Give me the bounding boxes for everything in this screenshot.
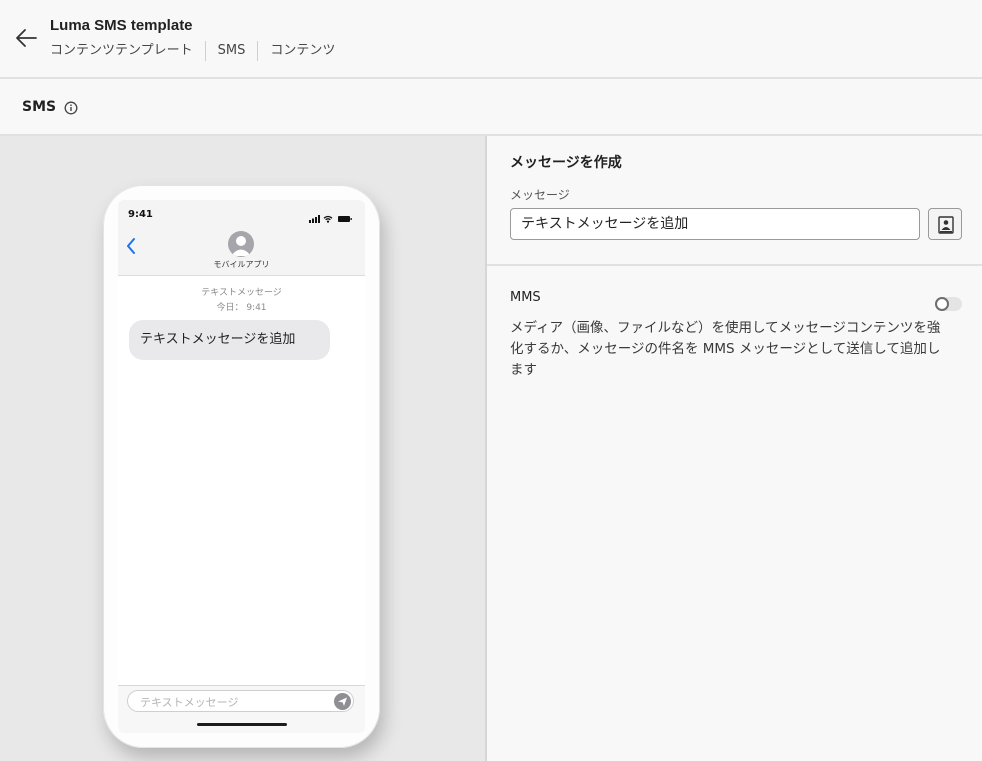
personalization-icon[interactable] (928, 208, 962, 240)
phone-status-bar: 9:41 (118, 200, 365, 228)
message-compose-bar: テキストメッセージ (118, 685, 365, 733)
chevron-left-icon[interactable] (124, 236, 138, 256)
compose-section-title: メッセージを作成 (510, 155, 622, 171)
message-bubble: テキストメッセージを追加 (129, 320, 330, 360)
contact-avatar (228, 231, 254, 257)
home-indicator (197, 723, 287, 726)
sms-preview-pane: 9:41 モバイルアプリ テキストメッセージ 今日： 9:41 テキストメッセー… (0, 136, 485, 761)
send-icon[interactable] (334, 693, 351, 710)
message-timestamp: 今日： 9:41 (216, 303, 267, 313)
contact-name: モバイルアプリ (213, 260, 270, 269)
message-field-label: メッセージ (510, 188, 570, 202)
channel-header: SMS (0, 79, 982, 136)
page-header: Luma SMS template コンテンツテンプレート SMS コンテンツ (0, 0, 982, 79)
back-arrow-icon[interactable] (12, 26, 40, 50)
message-input[interactable]: テキストメッセージを追加 (510, 208, 920, 240)
message-settings-panel: メッセージを作成 メッセージ テキストメッセージを追加 MMS メディア（画像、… (487, 136, 982, 761)
status-time: 9:41 (128, 209, 153, 220)
message-type-label: テキストメッセージ (201, 288, 282, 298)
conversation-header: モバイルアプリ (118, 228, 365, 276)
channel-title: SMS (22, 99, 57, 115)
status-icons (309, 209, 353, 223)
phone-screen: 9:41 モバイルアプリ テキストメッセージ 今日： 9:41 テキストメッセー… (118, 200, 365, 733)
info-icon[interactable] (64, 100, 78, 115)
mms-toggle-knob (935, 297, 949, 311)
breadcrumb-item-content[interactable]: コンテンツ (257, 41, 347, 61)
mms-toggle[interactable] (935, 297, 962, 311)
breadcrumb: コンテンツテンプレート SMS コンテンツ (50, 41, 347, 61)
mms-description: メディア（画像、ファイルなど）を使用してメッセージコンテンツを強化するか、メッセ… (510, 320, 941, 378)
compose-placeholder: テキストメッセージ (140, 696, 239, 709)
mms-label: MMS (510, 290, 541, 305)
breadcrumb-item-content-templates[interactable]: コンテンツテンプレート (50, 41, 205, 61)
section-divider (487, 264, 982, 266)
page-title: Luma SMS template (50, 17, 193, 34)
breadcrumb-item-sms[interactable]: SMS (204, 41, 258, 61)
phone-frame: 9:41 モバイルアプリ テキストメッセージ 今日： 9:41 テキストメッセー… (103, 185, 380, 748)
message-compose-input[interactable]: テキストメッセージ (127, 690, 354, 712)
